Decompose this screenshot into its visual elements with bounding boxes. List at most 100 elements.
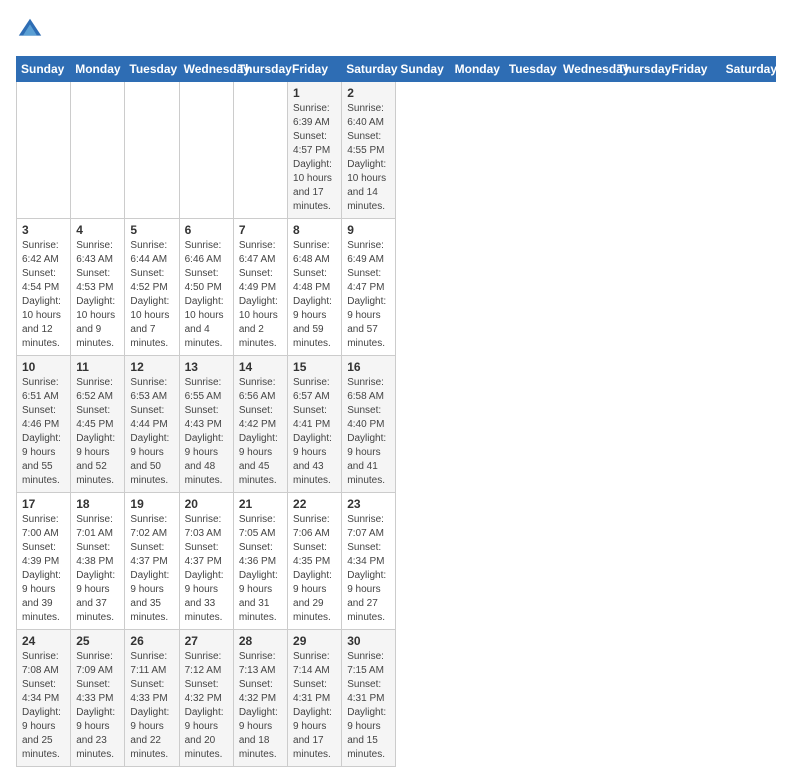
header-thursday: Thursday <box>233 57 287 82</box>
day-cell: 22Sunrise: 7:06 AM Sunset: 4:35 PM Dayli… <box>288 493 342 630</box>
day-number: 7 <box>239 223 282 237</box>
day-cell: 17 Sunrise: 7:00 AM Sunset: 4:39 PM Dayli… <box>17 493 71 630</box>
day-cell: 10 Sunrise: 6:51 AM Sunset: 4:46 PM Dayli… <box>17 356 71 493</box>
day-number: 30 <box>347 634 390 648</box>
col-header-saturday: Saturday <box>721 57 775 82</box>
col-header-thursday: Thursday <box>613 57 667 82</box>
day-number: 28 <box>239 634 282 648</box>
header-friday: Friday <box>288 57 342 82</box>
day-cell: 28 Sunrise: 7:13 AM Sunset: 4:32 PM Dayli… <box>233 630 287 767</box>
header-sunday: Sunday <box>17 57 71 82</box>
day-number: 16 <box>347 360 390 374</box>
day-number: 12 <box>130 360 173 374</box>
day-info: Sunrise: 6:52 AM Sunset: 4:45 PM Dayligh… <box>76 376 119 488</box>
day-info: Sunrise: 7:00 AM Sunset: 4:39 PM Dayligh… <box>22 513 65 625</box>
day-cell: 8 Sunrise: 6:48 AM Sunset: 4:48 PM Daylig… <box>288 219 342 356</box>
week-row-2: 3Sunrise: 6:42 AM Sunset: 4:54 PM Daylig… <box>17 219 776 356</box>
day-info: Sunrise: 7:15 AM Sunset: 4:31 PM Dayligh… <box>347 650 390 762</box>
day-info: Sunrise: 7:14 AM Sunset: 4:31 PM Dayligh… <box>293 650 336 762</box>
day-cell: 30 Sunrise: 7:15 AM Sunset: 4:31 PM Dayli… <box>342 630 396 767</box>
day-info: Sunrise: 7:13 AM Sunset: 4:32 PM Dayligh… <box>239 650 282 762</box>
day-info: Sunrise: 7:12 AM Sunset: 4:32 PM Dayligh… <box>185 650 228 762</box>
day-cell: 1 Sunrise: 6:39 AM Sunset: 4:57 PM Daylig… <box>288 82 342 219</box>
col-header-wednesday: Wednesday <box>559 57 613 82</box>
day-info: Sunrise: 7:07 AM Sunset: 4:34 PM Dayligh… <box>347 513 390 625</box>
day-cell <box>179 82 233 219</box>
day-cell: 19 Sunrise: 7:02 AM Sunset: 4:37 PM Dayli… <box>125 493 179 630</box>
day-cell: 27 Sunrise: 7:12 AM Sunset: 4:32 PM Dayli… <box>179 630 233 767</box>
day-number: 25 <box>76 634 119 648</box>
day-number: 20 <box>185 497 228 511</box>
week-row-4: 17 Sunrise: 7:00 AM Sunset: 4:39 PM Dayli… <box>17 493 776 630</box>
day-cell: 6 Sunrise: 6:46 AM Sunset: 4:50 PM Daylig… <box>179 219 233 356</box>
day-number: 11 <box>76 360 119 374</box>
day-number: 22 <box>293 497 336 511</box>
logo-icon <box>16 16 44 44</box>
day-number: 17 <box>22 497 65 511</box>
day-info: Sunrise: 7:02 AM Sunset: 4:37 PM Dayligh… <box>130 513 173 625</box>
day-cell: 23Sunrise: 7:07 AM Sunset: 4:34 PM Dayli… <box>342 493 396 630</box>
day-info: Sunrise: 6:46 AM Sunset: 4:50 PM Dayligh… <box>185 239 228 351</box>
day-info: Sunrise: 6:58 AM Sunset: 4:40 PM Dayligh… <box>347 376 390 488</box>
day-number: 8 <box>293 223 336 237</box>
day-number: 10 <box>22 360 65 374</box>
day-cell: 9 Sunrise: 6:49 AM Sunset: 4:47 PM Daylig… <box>342 219 396 356</box>
day-cell: 20Sunrise: 7:03 AM Sunset: 4:37 PM Dayli… <box>179 493 233 630</box>
day-number: 27 <box>185 634 228 648</box>
day-cell: 15 Sunrise: 6:57 AM Sunset: 4:41 PM Dayli… <box>288 356 342 493</box>
day-number: 6 <box>185 223 228 237</box>
day-info: Sunrise: 7:05 AM Sunset: 4:36 PM Dayligh… <box>239 513 282 625</box>
day-cell: 2Sunrise: 6:40 AM Sunset: 4:55 PM Daylig… <box>342 82 396 219</box>
week-row-3: 10 Sunrise: 6:51 AM Sunset: 4:46 PM Dayli… <box>17 356 776 493</box>
day-cell <box>71 82 125 219</box>
header-monday: Monday <box>71 57 125 82</box>
day-number: 19 <box>130 497 173 511</box>
day-cell: 7 Sunrise: 6:47 AM Sunset: 4:49 PM Daylig… <box>233 219 287 356</box>
day-info: Sunrise: 6:40 AM Sunset: 4:55 PM Dayligh… <box>347 102 390 214</box>
day-cell: 5 Sunrise: 6:44 AM Sunset: 4:52 PM Daylig… <box>125 219 179 356</box>
day-info: Sunrise: 7:09 AM Sunset: 4:33 PM Dayligh… <box>76 650 119 762</box>
day-cell: 24Sunrise: 7:08 AM Sunset: 4:34 PM Dayli… <box>17 630 71 767</box>
col-header-monday: Monday <box>450 57 504 82</box>
day-cell: 26 Sunrise: 7:11 AM Sunset: 4:33 PM Dayli… <box>125 630 179 767</box>
day-info: Sunrise: 6:55 AM Sunset: 4:43 PM Dayligh… <box>185 376 228 488</box>
day-cell <box>125 82 179 219</box>
header-tuesday: Tuesday <box>125 57 179 82</box>
day-cell: 18Sunrise: 7:01 AM Sunset: 4:38 PM Dayli… <box>71 493 125 630</box>
day-number: 26 <box>130 634 173 648</box>
col-header-friday: Friday <box>667 57 721 82</box>
header-saturday: Saturday <box>342 57 396 82</box>
day-number: 15 <box>293 360 336 374</box>
day-cell: 16 Sunrise: 6:58 AM Sunset: 4:40 PM Dayli… <box>342 356 396 493</box>
day-info: Sunrise: 6:42 AM Sunset: 4:54 PM Dayligh… <box>22 239 65 351</box>
day-info: Sunrise: 6:44 AM Sunset: 4:52 PM Dayligh… <box>130 239 173 351</box>
day-number: 13 <box>185 360 228 374</box>
day-info: Sunrise: 6:49 AM Sunset: 4:47 PM Dayligh… <box>347 239 390 351</box>
day-cell: 11 Sunrise: 6:52 AM Sunset: 4:45 PM Dayli… <box>71 356 125 493</box>
day-number: 5 <box>130 223 173 237</box>
page-header <box>16 16 776 44</box>
day-cell: 3Sunrise: 6:42 AM Sunset: 4:54 PM Daylig… <box>17 219 71 356</box>
day-info: Sunrise: 6:47 AM Sunset: 4:49 PM Dayligh… <box>239 239 282 351</box>
day-cell: 4Sunrise: 6:43 AM Sunset: 4:53 PM Daylig… <box>71 219 125 356</box>
day-number: 9 <box>347 223 390 237</box>
day-info: Sunrise: 6:43 AM Sunset: 4:53 PM Dayligh… <box>76 239 119 351</box>
day-info: Sunrise: 6:57 AM Sunset: 4:41 PM Dayligh… <box>293 376 336 488</box>
col-header-tuesday: Tuesday <box>504 57 558 82</box>
day-number: 1 <box>293 86 336 100</box>
day-info: Sunrise: 6:39 AM Sunset: 4:57 PM Dayligh… <box>293 102 336 214</box>
day-info: Sunrise: 6:48 AM Sunset: 4:48 PM Dayligh… <box>293 239 336 351</box>
day-info: Sunrise: 6:51 AM Sunset: 4:46 PM Dayligh… <box>22 376 65 488</box>
day-cell <box>17 82 71 219</box>
day-number: 14 <box>239 360 282 374</box>
day-cell: 13 Sunrise: 6:55 AM Sunset: 4:43 PM Dayli… <box>179 356 233 493</box>
calendar-header-row: SundayMondayTuesdayWednesdayThursdayFrid… <box>17 57 776 82</box>
logo <box>16 16 48 44</box>
day-cell: 29Sunrise: 7:14 AM Sunset: 4:31 PM Dayli… <box>288 630 342 767</box>
day-cell <box>233 82 287 219</box>
day-cell: 14Sunrise: 6:56 AM Sunset: 4:42 PM Dayli… <box>233 356 287 493</box>
day-cell: 25 Sunrise: 7:09 AM Sunset: 4:33 PM Dayli… <box>71 630 125 767</box>
day-number: 21 <box>239 497 282 511</box>
day-info: Sunrise: 7:11 AM Sunset: 4:33 PM Dayligh… <box>130 650 173 762</box>
day-cell: 21 Sunrise: 7:05 AM Sunset: 4:36 PM Dayli… <box>233 493 287 630</box>
